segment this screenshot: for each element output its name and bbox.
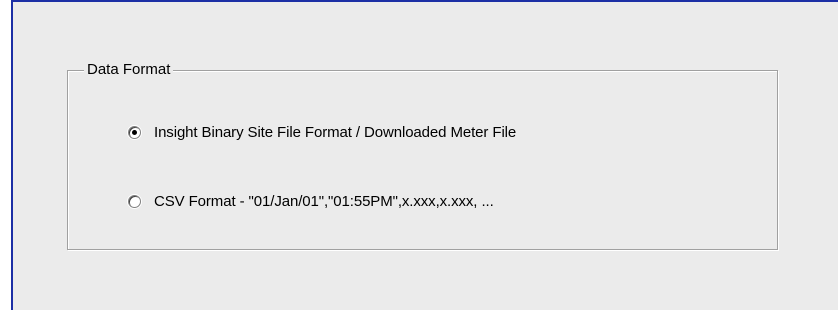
radio-button-checked-icon[interactable] [128, 125, 141, 139]
radio-button-unchecked-icon[interactable] [128, 194, 141, 208]
radio-option-csv[interactable]: CSV Format - "01/Jan/01","01:55PM",x.xxx… [128, 190, 494, 212]
groupbox-title: Data Format [84, 60, 174, 80]
data-format-groupbox [67, 70, 778, 250]
radio-option-binary[interactable]: Insight Binary Site File Format / Downlo… [128, 121, 516, 143]
radio-label-binary[interactable]: Insight Binary Site File Format / Downlo… [154, 124, 516, 141]
radio-label-csv[interactable]: CSV Format - "01/Jan/01","01:55PM",x.xxx… [154, 193, 494, 210]
